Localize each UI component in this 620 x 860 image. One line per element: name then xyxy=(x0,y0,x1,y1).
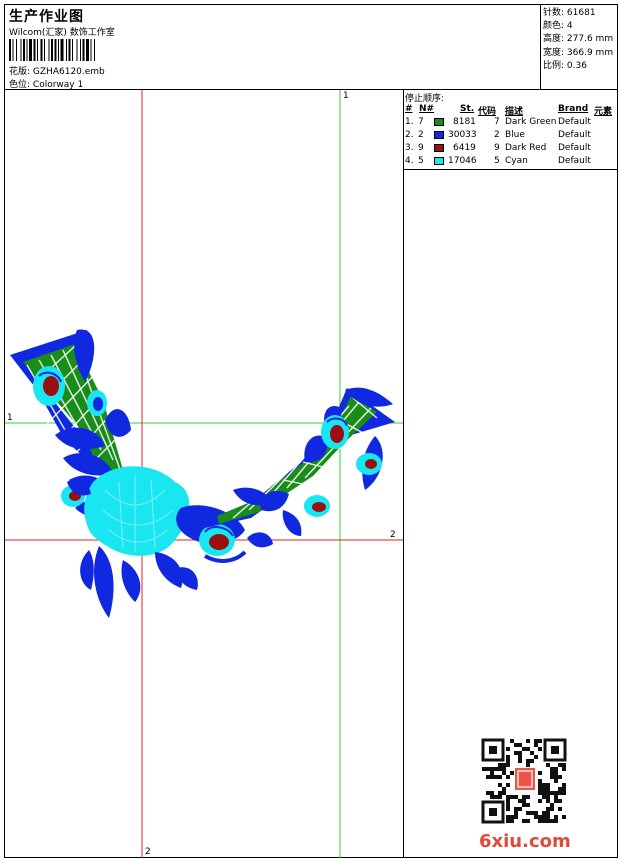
barcode xyxy=(9,39,95,61)
right-panel-divider xyxy=(403,89,404,858)
col-head-brand: Brand xyxy=(558,104,589,114)
embroidery-artwork xyxy=(5,90,403,858)
color-swatch xyxy=(434,157,444,165)
green-axis-label-left: 1 xyxy=(7,413,13,423)
color-swatch xyxy=(434,131,444,139)
col-head-element: 元素 xyxy=(594,107,613,117)
color-swatch xyxy=(434,118,444,126)
col-head-hash: # xyxy=(405,104,413,114)
file-line: 花版: GZHA6120.emb xyxy=(9,64,105,77)
embroidery-preview: 1 1 2 2 xyxy=(5,90,403,858)
site-watermark: 6xiu.com xyxy=(479,831,571,852)
production-sheet: 生产作业图 Wilcom(汇家) 数饰工作室 花版: GZHA6120.emb … xyxy=(4,4,618,858)
center-flower xyxy=(67,466,198,618)
stat-colors: 颜色: 4 xyxy=(543,21,573,32)
file-name: GZHA6120.emb xyxy=(32,67,105,77)
stop-sequence-title: 停止顺序: xyxy=(405,94,445,104)
design-stats: 针数: 61681 颜色: 4 高度: 277.6 mm 宽度: 366.9 m… xyxy=(543,7,613,73)
red-axis-label-right: 2 xyxy=(390,530,396,540)
stat-stitches: 针数: 61681 xyxy=(543,8,596,18)
header-divider-vertical xyxy=(540,5,541,89)
file-label: 花版: xyxy=(9,67,31,77)
stop-sequence-divider xyxy=(403,169,617,170)
qr-code xyxy=(481,738,567,824)
sheet-title: 生产作业图 xyxy=(9,9,84,25)
color-swatch xyxy=(434,144,444,152)
stat-scale: 比例: 0.36 xyxy=(543,60,587,71)
company-name: Wilcom(汇家) 数饰工作室 xyxy=(9,28,115,38)
stat-height: 高度: 277.6 mm xyxy=(543,34,614,45)
red-axis-label-bottom: 2 xyxy=(145,847,151,857)
stop-row: 2. 2 30033 2 Blue Default xyxy=(405,130,591,140)
stop-row: 4. 5 17046 5 Cyan Default xyxy=(405,156,591,166)
stat-width: 宽度: 366.9 mm xyxy=(543,47,614,58)
col-head-code: 代码 xyxy=(478,107,497,117)
col-head-st: St. xyxy=(460,104,475,114)
green-axis-label-top: 1 xyxy=(343,91,349,101)
stop-row: 3. 9 6419 9 Dark Red Default xyxy=(405,143,591,153)
col-head-desc: 描述 xyxy=(505,107,524,117)
col-head-no: N# xyxy=(419,104,435,114)
right-arm xyxy=(193,387,395,548)
stop-row: 1. 7 8181 7 Dark Green Default xyxy=(405,117,591,127)
